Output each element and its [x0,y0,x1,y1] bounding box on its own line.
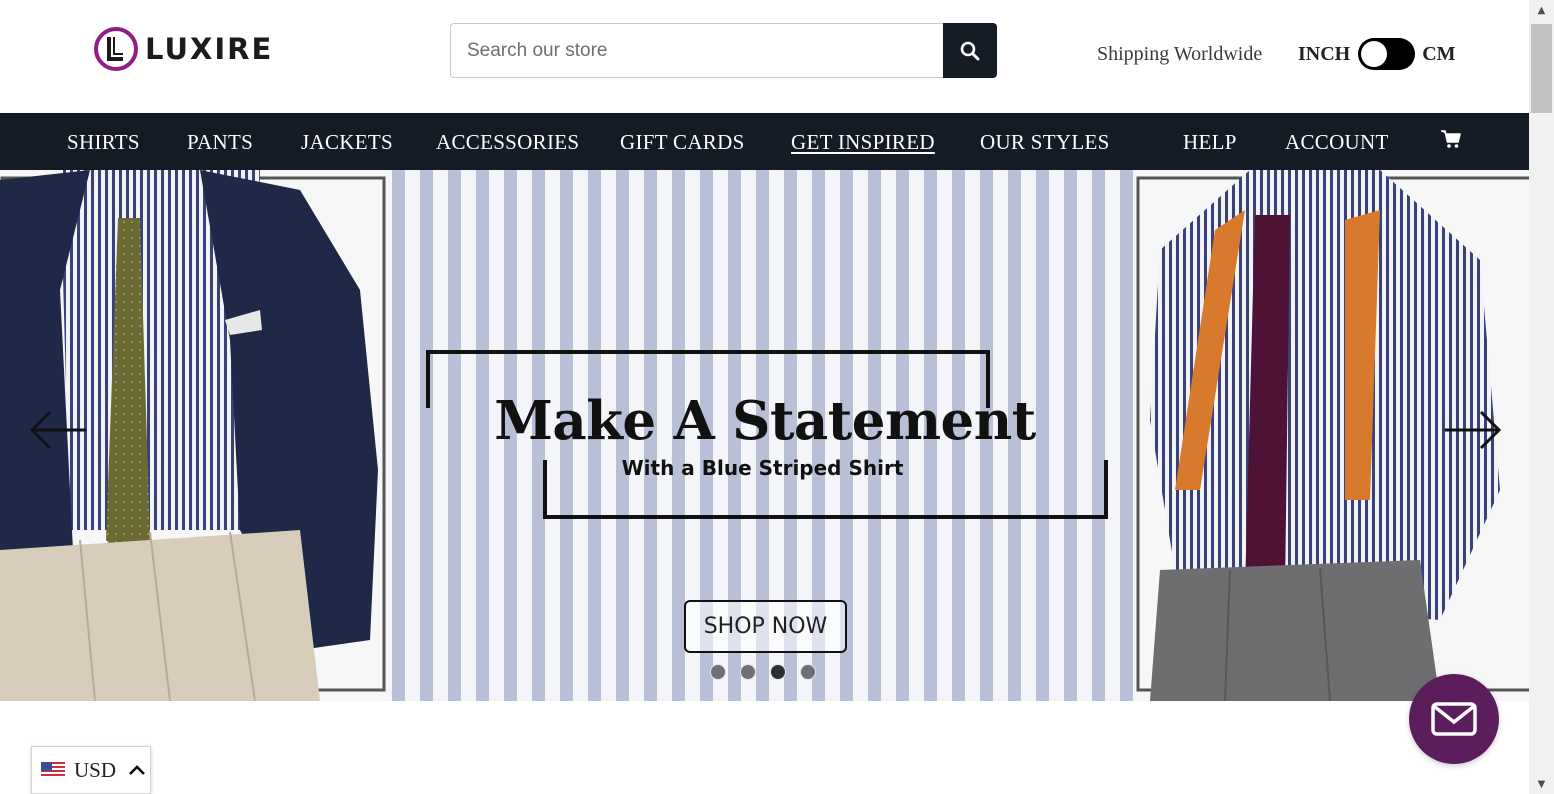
nav-item-help[interactable]: HELP [1183,130,1237,155]
slider-dot-4[interactable] [800,664,816,680]
unit-switch-knob [1361,41,1388,67]
unit-label-cm[interactable]: CM [1422,43,1455,66]
us-flag-icon [41,762,65,778]
chevron-up-icon [129,765,145,775]
nav-item-gift-cards[interactable]: GIFT CARDS [620,130,745,155]
arrow-left-icon[interactable] [28,408,88,452]
slider-dots [710,664,816,680]
logo-mark-icon [94,27,138,71]
hero-slider: Make A Statement With a Blue Striped Shi… [0,170,1529,701]
search-input[interactable] [450,23,943,78]
logo-text: LUXIRE [145,32,274,66]
main-nav: SHIRTS PANTS JACKETS ACCESSORIES GIFT CA… [0,113,1529,170]
cart-icon [1441,130,1461,148]
nav-item-our-styles[interactable]: OUR STYLES [980,130,1110,155]
scrollbar-thumb[interactable] [1531,24,1552,113]
chat-button[interactable] [1409,674,1499,764]
hero-subtitle: With a Blue Striped Shirt [621,456,904,480]
arrow-right-icon[interactable] [1443,408,1503,452]
currency-code: USD [74,757,117,782]
unit-toggle: INCH CM [1298,38,1456,70]
page-scrollbar[interactable]: ▲ ▼ [1529,0,1554,794]
unit-label-inch[interactable]: INCH [1298,43,1350,66]
scroll-up-arrow-icon[interactable]: ▲ [1529,0,1554,20]
nav-item-jackets[interactable]: JACKETS [301,130,393,155]
search-bar [450,23,997,78]
currency-selector[interactable]: USD [31,746,151,794]
nav-item-account[interactable]: ACCOUNT [1285,130,1389,155]
scroll-down-arrow-icon[interactable]: ▼ [1529,774,1554,794]
slider-dot-2[interactable] [740,664,756,680]
nav-item-get-inspired[interactable]: GET INSPIRED [791,130,935,155]
mail-icon [1431,702,1477,736]
slider-dot-1[interactable] [710,664,726,680]
logo[interactable]: LUXIRE [93,26,273,72]
search-icon [960,41,980,60]
unit-switch[interactable] [1358,38,1416,70]
nav-item-pants[interactable]: PANTS [187,130,253,155]
nav-item-accessories[interactable]: ACCESSORIES [436,130,579,155]
site-header: LUXIRE Shipping Worldwide INCH CM [0,0,1529,113]
cart-button[interactable] [1440,128,1462,155]
nav-item-shirts[interactable]: SHIRTS [67,130,140,155]
slider-dot-3[interactable] [770,664,786,680]
shipping-worldwide-text: Shipping Worldwide [1097,43,1263,65]
hero-title: Make A Statement [494,390,1036,452]
shop-now-button[interactable]: SHOP NOW [684,600,847,653]
search-button[interactable] [943,23,997,78]
